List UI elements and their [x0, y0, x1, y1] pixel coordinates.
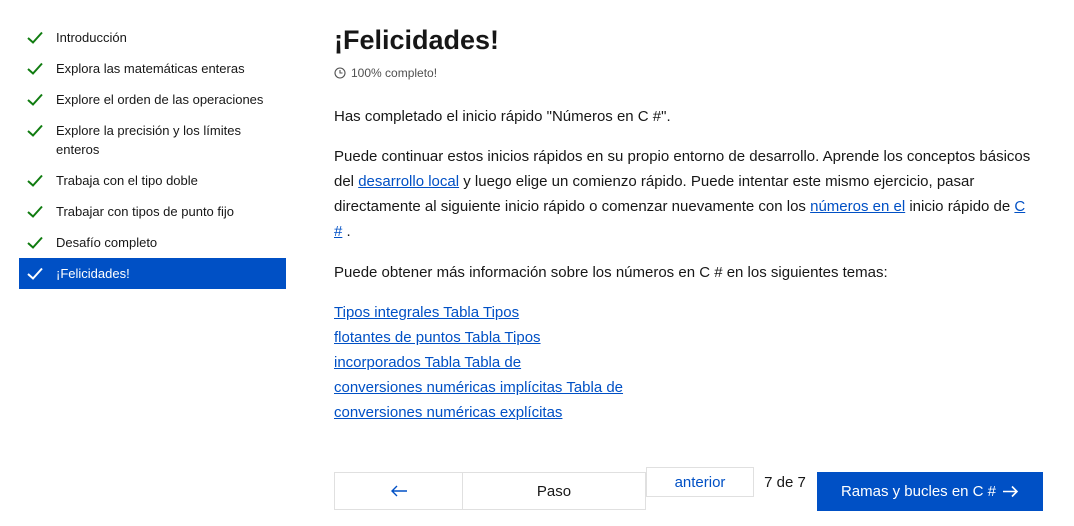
step-punto-fijo[interactable]: Trabajar con tipos de punto fijo [19, 196, 286, 227]
numeros-link[interactable]: números en el [810, 198, 905, 215]
step-introduccion[interactable]: Introducción [19, 22, 286, 53]
checkmark-icon [27, 202, 47, 221]
checkmark-icon [27, 121, 47, 140]
checkmark-icon [27, 28, 47, 47]
tutorial-steps-sidebar: Introducción Explora las matemáticas ent… [19, 22, 286, 289]
step-label: Trabajar con tipos de punto fijo [56, 204, 235, 219]
arrow-right-icon [1003, 485, 1019, 498]
main-content: ¡Felicidades! 100% completo! Has complet… [334, 24, 1054, 421]
step-label: Introducción [56, 30, 127, 45]
more-info-paragraph: Puede obtener más información sobre los … [334, 264, 888, 281]
checkmark-icon [27, 264, 47, 283]
checkmark-icon [27, 171, 47, 190]
completion-message: Has completado el inicio rápido "Números… [334, 108, 671, 125]
checkmark-icon [27, 59, 47, 78]
step-desafio-completo[interactable]: Desafío completo [19, 227, 286, 258]
progress-indicator: 100% completo! [334, 66, 1054, 80]
topic-link[interactable]: Tipos integrales Tabla Tipos [334, 304, 519, 321]
page-title: ¡Felicidades! [334, 25, 500, 55]
anterior-button[interactable]: anterior [646, 467, 754, 497]
step-felicidades[interactable]: ¡Felicidades! [19, 258, 286, 289]
step-label: Desafío completo [56, 235, 158, 250]
step-label: Explore la precisión y los límites enter… [56, 123, 241, 157]
checkmark-icon [27, 90, 47, 109]
previous-step-button[interactable] [334, 472, 463, 510]
text-segment: inicio rápido de [905, 198, 1015, 215]
next-step-button[interactable]: Ramas y bucles en C # [817, 472, 1043, 511]
step-label: Explore el orden de las operaciones [56, 92, 264, 107]
continue-paragraph: Puede continuar estos inicios rápidos en… [334, 144, 1034, 244]
step-label: ¡Felicidades! [56, 266, 130, 281]
step-orden-operaciones[interactable]: Explore el orden de las operaciones [19, 84, 286, 115]
topic-links: Tipos integrales Tabla Tipos flotantes d… [334, 300, 654, 425]
text-segment: . [342, 223, 351, 240]
next-step-label: Ramas y bucles en C # [840, 483, 997, 500]
step-label: Paso [463, 472, 646, 510]
desarrollo-local-link[interactable]: desarrollo local [358, 173, 459, 190]
topic-link[interactable]: incorporados Tabla Tabla de [334, 354, 521, 371]
step-label: Explora las matemáticas enteras [56, 61, 245, 76]
checkmark-icon [27, 233, 47, 252]
topic-link[interactable]: conversiones numéricas explícitas [334, 404, 562, 421]
step-precision-limites[interactable]: Explore la precisión y los límites enter… [19, 115, 286, 165]
clock-icon [334, 67, 346, 79]
progress-text: 100% completo! [351, 66, 438, 80]
step-label: Trabaja con el tipo doble [56, 173, 198, 188]
step-tipo-doble[interactable]: Trabaja con el tipo doble [19, 165, 286, 196]
arrow-left-icon [390, 485, 407, 497]
step-matematicas-enteras[interactable]: Explora las matemáticas enteras [19, 53, 286, 84]
step-counter: 7 de 7 [764, 473, 806, 491]
topic-link[interactable]: flotantes de puntos Tabla Tipos [334, 329, 541, 346]
topic-link[interactable]: conversiones numéricas implícitas Tabla … [334, 379, 623, 396]
